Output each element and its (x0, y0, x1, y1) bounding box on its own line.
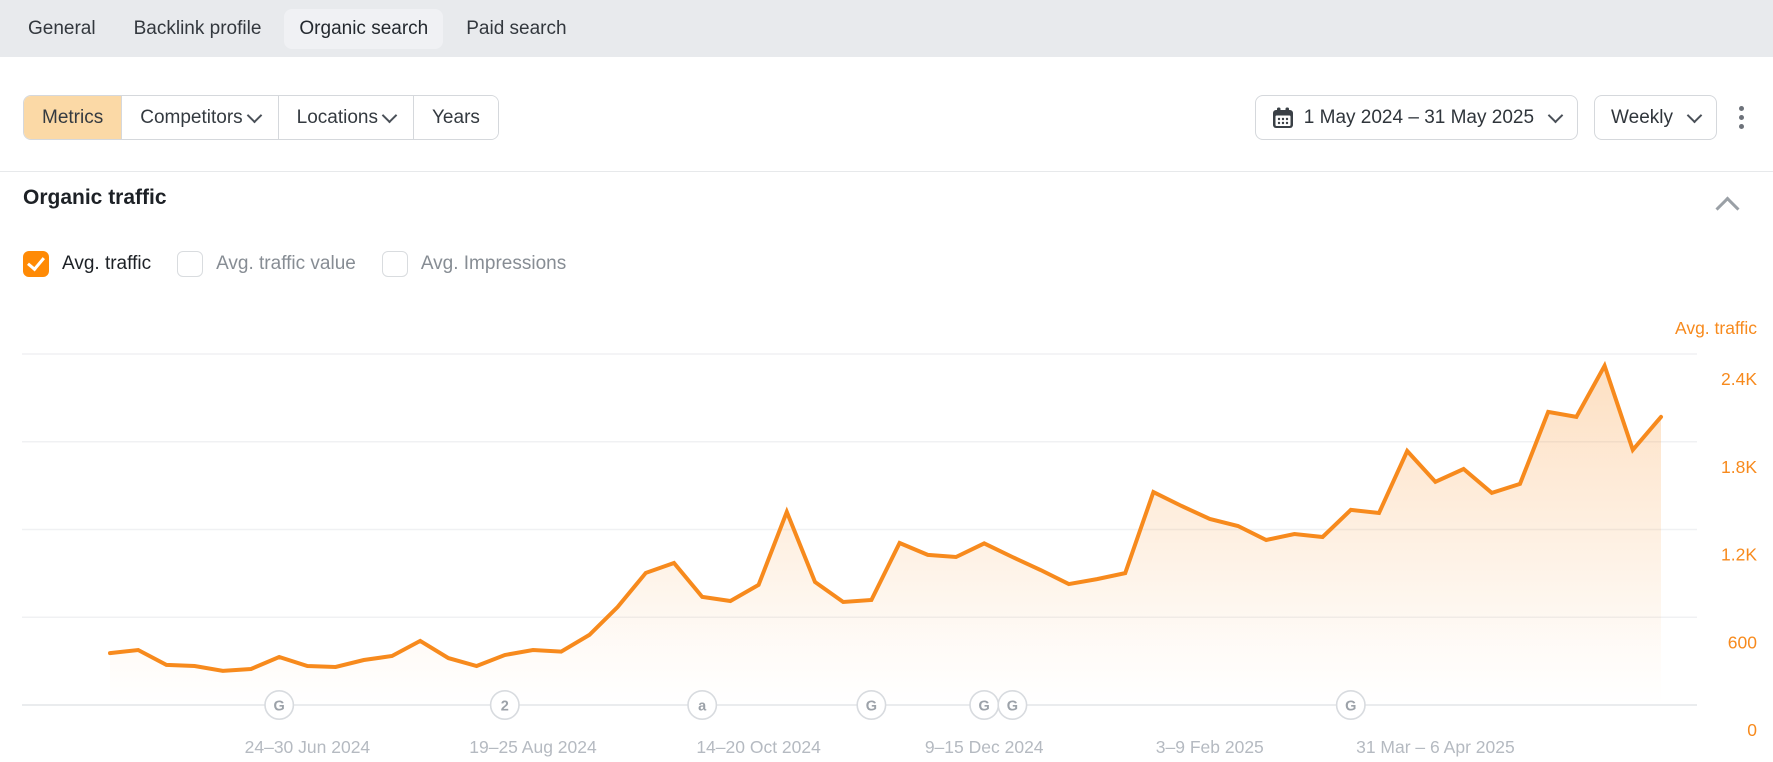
event-badge-G[interactable]: G (997, 689, 1028, 720)
y-axis-label: 1.8K (1721, 457, 1757, 477)
tab-organic-search[interactable]: Organic search (284, 8, 444, 49)
svg-text:G: G (1345, 699, 1356, 715)
chevron-down-icon (1547, 107, 1564, 124)
metrics-button[interactable]: Metrics (24, 96, 123, 139)
y-axis-label: 600 (1728, 632, 1757, 652)
date-range-button[interactable]: 1 May 2024 – 31 May 2025 (1254, 95, 1579, 140)
x-axis-label: 31 Mar – 6 Apr 2025 (1356, 737, 1515, 757)
checkbox-checked-icon (23, 251, 49, 277)
section-title: Organic traffic (23, 186, 167, 209)
x-axis-label: 14–20 Oct 2024 (696, 737, 821, 757)
chevron-down-icon (1686, 107, 1703, 124)
svg-text:G: G (274, 699, 285, 715)
svg-text:2: 2 (501, 699, 509, 715)
svg-text:a: a (698, 699, 707, 715)
chevron-up-icon (1715, 196, 1740, 221)
tab-general[interactable]: General (13, 9, 111, 49)
avg-traffic-value-checkbox[interactable]: Avg. traffic value (177, 251, 356, 277)
chart-toolbar: Metrics Competitors Locations Years 1 Ma… (23, 95, 1750, 140)
date-range-label: 1 May 2024 – 31 May 2025 (1303, 106, 1535, 128)
tab-paid-search[interactable]: Paid search (451, 9, 581, 49)
y-axis-label: 1.2K (1721, 545, 1757, 565)
metric-legend: Avg. traffic Avg. traffic value Avg. Imp… (23, 251, 566, 277)
years-button[interactable]: Years (414, 96, 498, 139)
organic-search-report-page: General Backlink profile Organic search … (0, 0, 1773, 762)
kebab-menu-icon[interactable] (1733, 100, 1750, 135)
svg-text:G: G (979, 699, 990, 715)
checkbox-unchecked-icon (381, 251, 408, 277)
svg-text:G: G (866, 699, 877, 715)
x-axis-label: 24–30 Jun 2024 (245, 737, 371, 757)
avg-traffic-value-label: Avg. traffic value (216, 253, 356, 274)
chevron-down-icon (381, 107, 398, 124)
y-axis-label: 0 (1747, 720, 1757, 740)
avg-traffic-checkbox[interactable]: Avg. traffic (23, 251, 151, 277)
traffic-area (110, 365, 1661, 705)
event-badge-a[interactable]: a (687, 689, 718, 720)
calendar-icon (1272, 107, 1293, 128)
avg-traffic-label: Avg. traffic (62, 253, 152, 274)
x-axis-label: 9–15 Dec 2024 (925, 737, 1044, 757)
competitors-button[interactable]: Competitors (122, 96, 279, 139)
checkbox-unchecked-icon (177, 251, 204, 277)
chevron-down-icon (246, 107, 262, 124)
metrics-button-label: Metrics (42, 106, 104, 128)
x-axis-label: 3–9 Feb 2025 (1156, 737, 1264, 757)
locations-button[interactable]: Locations (278, 96, 414, 139)
event-badge-G[interactable]: G (856, 689, 887, 720)
svg-text:G: G (1007, 699, 1018, 715)
x-axis-label: 19–25 Aug 2024 (469, 737, 597, 757)
y-axis-title: Avg. traffic (1675, 318, 1757, 338)
years-button-label: Years (432, 106, 480, 128)
locations-button-label: Locations (296, 106, 378, 128)
toolbar-right-controls: 1 May 2024 – 31 May 2025 Weekly (1254, 95, 1750, 140)
event-badge-G[interactable]: G (1335, 689, 1366, 720)
collapse-section-button[interactable] (1715, 192, 1743, 221)
event-badge-G[interactable]: G (264, 689, 295, 720)
tab-backlink-profile[interactable]: Backlink profile (119, 9, 277, 49)
event-badge-G[interactable]: G (969, 689, 1000, 720)
granularity-label: Weekly (1611, 106, 1673, 128)
granularity-button[interactable]: Weekly (1594, 95, 1717, 140)
y-axis-label: 2.4K (1721, 369, 1757, 389)
traffic-line (108, 360, 1663, 673)
section-divider (0, 171, 1773, 172)
avg-impressions-checkbox[interactable]: Avg. Impressions (381, 251, 567, 277)
filter-segmented-group: Metrics Competitors Locations Years (23, 95, 499, 140)
event-badge-2[interactable]: 2 (489, 689, 520, 720)
report-tabbar: General Backlink profile Organic search … (0, 0, 1773, 57)
avg-impressions-label: Avg. Impressions (420, 253, 567, 274)
competitors-button-label: Competitors (140, 106, 243, 128)
